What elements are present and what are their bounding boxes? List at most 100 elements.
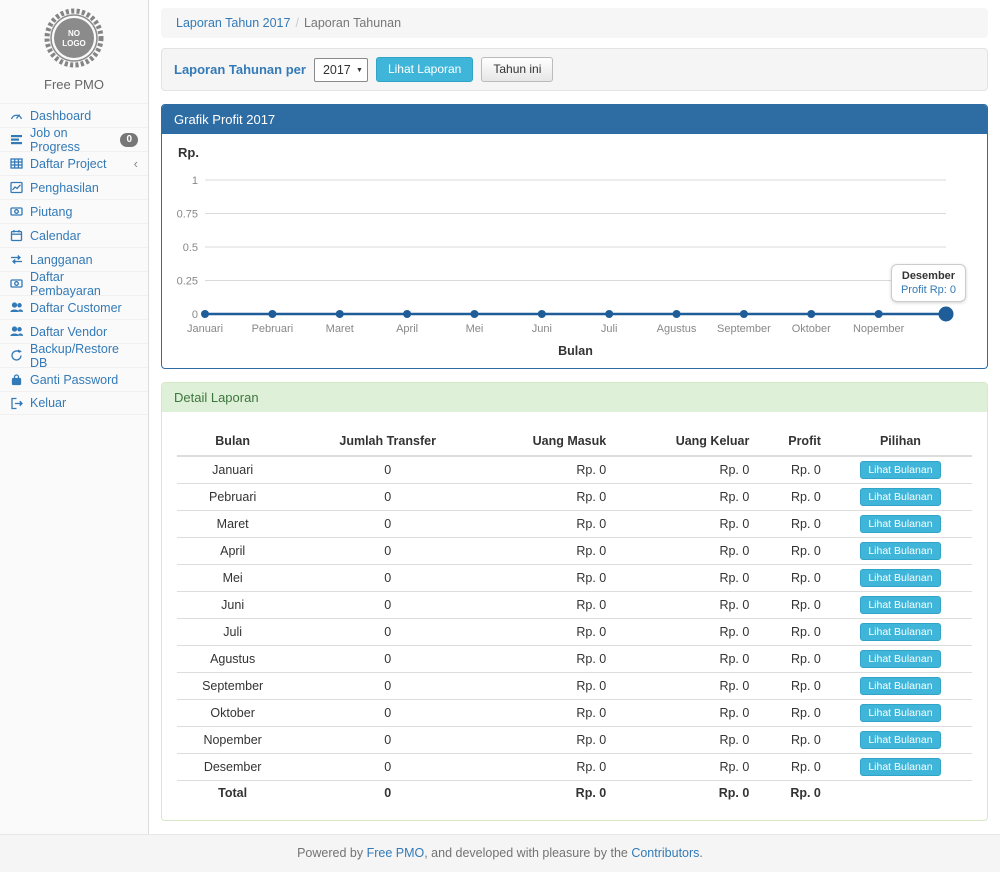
table-cell: Oktober bbox=[177, 700, 288, 727]
svg-text:0.25: 0.25 bbox=[177, 276, 198, 288]
sidebar-item-piutang[interactable]: Piutang bbox=[0, 199, 148, 223]
profit-line-chart: 10.750.50.250JanuariPebruariMaretAprilMe… bbox=[162, 134, 987, 366]
table-cell: Rp. 0 bbox=[757, 673, 829, 700]
footer-text-middle: , and developed with pleasure by the bbox=[424, 846, 631, 860]
chart-panel-title: Grafik Profit 2017 bbox=[162, 105, 987, 134]
table-cell: Rp. 0 bbox=[614, 646, 757, 673]
tasks-icon bbox=[10, 133, 23, 146]
table-cell-actions: Lihat Bulanan bbox=[829, 700, 972, 727]
profit-chart: Rp. 10.750.50.250JanuariPebruariMaretApr… bbox=[162, 134, 987, 368]
sidebar: NO LOGO Free PMO DashboardJob on Progres… bbox=[0, 0, 149, 834]
sidebar-item-daftar-pembayaran[interactable]: Daftar Pembayaran bbox=[0, 271, 148, 295]
users-icon bbox=[10, 325, 23, 338]
table-cell-actions: Lihat Bulanan bbox=[829, 456, 972, 484]
table-cell: Rp. 0 bbox=[757, 456, 829, 484]
view-monthly-button[interactable]: Lihat Bulanan bbox=[860, 704, 940, 722]
table-row: April0Rp. 0Rp. 0Rp. 0Lihat Bulanan bbox=[177, 538, 972, 565]
view-monthly-button[interactable]: Lihat Bulanan bbox=[860, 596, 940, 614]
svg-text:Nopember: Nopember bbox=[853, 323, 905, 335]
sidebar-item-langganan[interactable]: Langganan bbox=[0, 247, 148, 271]
view-monthly-button[interactable]: Lihat Bulanan bbox=[860, 650, 940, 668]
count-badge: 0 bbox=[120, 133, 138, 147]
page: NO LOGO Free PMO DashboardJob on Progres… bbox=[0, 0, 1000, 834]
table-cell: Rp. 0 bbox=[614, 700, 757, 727]
svg-text:0: 0 bbox=[192, 309, 198, 321]
table-cell: Rp. 0 bbox=[487, 754, 614, 781]
footer-link-contributors[interactable]: Contributors bbox=[631, 846, 699, 860]
svg-text:LOGO: LOGO bbox=[62, 39, 86, 48]
table-cell: Rp. 0 bbox=[757, 781, 829, 805]
table-row: Oktober0Rp. 0Rp. 0Rp. 0Lihat Bulanan bbox=[177, 700, 972, 727]
retweet-icon bbox=[10, 253, 23, 266]
table-cell: Rp. 0 bbox=[487, 538, 614, 565]
filter-label: Laporan Tahunan per bbox=[174, 62, 306, 77]
users-icon bbox=[10, 301, 23, 314]
sidebar-item-calendar[interactable]: Calendar bbox=[0, 223, 148, 247]
column-header-bulan: Bulan bbox=[177, 427, 288, 456]
column-header-uang-keluar: Uang Keluar bbox=[614, 427, 757, 456]
sidebar-item-backup-restore-db[interactable]: Backup/Restore DB bbox=[0, 343, 148, 367]
table-cell: Rp. 0 bbox=[487, 646, 614, 673]
view-monthly-button[interactable]: Lihat Bulanan bbox=[860, 623, 940, 641]
table-cell: Rp. 0 bbox=[757, 727, 829, 754]
sidebar-item-daftar-customer[interactable]: Daftar Customer bbox=[0, 295, 148, 319]
footer-link-free-pmo[interactable]: Free PMO bbox=[367, 846, 425, 860]
no-logo-icon: NO LOGO bbox=[43, 7, 105, 69]
view-monthly-button[interactable]: Lihat Bulanan bbox=[860, 542, 940, 560]
footer-text-prefix: Powered by bbox=[297, 846, 366, 860]
table-cell: Januari bbox=[177, 456, 288, 484]
sidebar-item-dashboard[interactable]: Dashboard bbox=[0, 103, 148, 127]
breadcrumb: Laporan Tahun 2017/Laporan Tahunan bbox=[161, 8, 988, 38]
column-header-pilihan: Pilihan bbox=[829, 427, 972, 456]
sidebar-item-keluar[interactable]: Keluar bbox=[0, 391, 148, 415]
table-cell: Rp. 0 bbox=[487, 565, 614, 592]
view-monthly-button[interactable]: Lihat Bulanan bbox=[860, 515, 940, 533]
table-cell: Rp. 0 bbox=[757, 484, 829, 511]
table-row: Maret0Rp. 0Rp. 0Rp. 0Lihat Bulanan bbox=[177, 511, 972, 538]
sidebar-item-job-on-progress[interactable]: Job on Progress0 bbox=[0, 127, 148, 151]
report-filter-bar: Laporan Tahunan per 2017 ▼ Lihat Laporan… bbox=[161, 48, 988, 91]
view-monthly-button[interactable]: Lihat Bulanan bbox=[860, 677, 940, 695]
column-header-uang-masuk: Uang Masuk bbox=[487, 427, 614, 456]
view-monthly-button[interactable]: Lihat Bulanan bbox=[860, 731, 940, 749]
svg-text:0.5: 0.5 bbox=[183, 242, 198, 254]
chart-tooltip-month: Desember bbox=[901, 270, 956, 282]
view-monthly-button[interactable]: Lihat Bulanan bbox=[860, 488, 940, 506]
table-cell: Rp. 0 bbox=[614, 619, 757, 646]
sidebar-item-label: Daftar Project bbox=[30, 157, 106, 171]
view-monthly-button[interactable]: Lihat Bulanan bbox=[860, 461, 940, 479]
table-cell: Rp. 0 bbox=[757, 754, 829, 781]
breadcrumb-link-laporan-tahun[interactable]: Laporan Tahun 2017 bbox=[176, 16, 290, 30]
footer-text-suffix: . bbox=[699, 846, 702, 860]
sidebar-item-label: Keluar bbox=[30, 396, 66, 410]
report-table-body: Januari0Rp. 0Rp. 0Rp. 0Lihat BulananPebr… bbox=[177, 456, 972, 805]
table-cell: 0 bbox=[288, 727, 487, 754]
column-header-profit: Profit bbox=[757, 427, 829, 456]
view-report-button[interactable]: Lihat Laporan bbox=[376, 57, 473, 82]
report-table-header-row: BulanJumlah TransferUang MasukUang Kelua… bbox=[177, 427, 972, 456]
sidebar-item-penghasilan[interactable]: Penghasilan bbox=[0, 175, 148, 199]
view-monthly-button[interactable]: Lihat Bulanan bbox=[860, 569, 940, 587]
svg-text:1: 1 bbox=[192, 175, 198, 187]
sidebar-item-daftar-project[interactable]: Daftar Project‹ bbox=[0, 151, 148, 175]
chart-tooltip-value: Profit Rp: 0 bbox=[901, 284, 956, 296]
year-select[interactable]: 2017 bbox=[314, 58, 368, 82]
detail-report-panel: Detail Laporan BulanJumlah TransferUang … bbox=[161, 382, 988, 821]
view-monthly-button[interactable]: Lihat Bulanan bbox=[860, 758, 940, 776]
sidebar-item-label: Langganan bbox=[30, 253, 93, 267]
dashboard-icon bbox=[10, 109, 23, 122]
sidebar-item-daftar-vendor[interactable]: Daftar Vendor bbox=[0, 319, 148, 343]
this-year-button[interactable]: Tahun ini bbox=[481, 57, 553, 82]
breadcrumb-current: Laporan Tahunan bbox=[304, 16, 401, 30]
svg-text:Juli: Juli bbox=[601, 323, 618, 335]
table-cell-actions: Lihat Bulanan bbox=[829, 538, 972, 565]
sidebar-item-ganti-password[interactable]: Ganti Password bbox=[0, 367, 148, 391]
table-row: Juni0Rp. 0Rp. 0Rp. 0Lihat Bulanan bbox=[177, 592, 972, 619]
table-cell: Rp. 0 bbox=[757, 700, 829, 727]
table-cell: Pebruari bbox=[177, 484, 288, 511]
table-cell: Rp. 0 bbox=[487, 673, 614, 700]
table-cell-actions: Lihat Bulanan bbox=[829, 754, 972, 781]
table-cell: 0 bbox=[288, 619, 487, 646]
table-cell: Rp. 0 bbox=[614, 538, 757, 565]
detail-panel-body: BulanJumlah TransferUang MasukUang Kelua… bbox=[162, 412, 987, 820]
